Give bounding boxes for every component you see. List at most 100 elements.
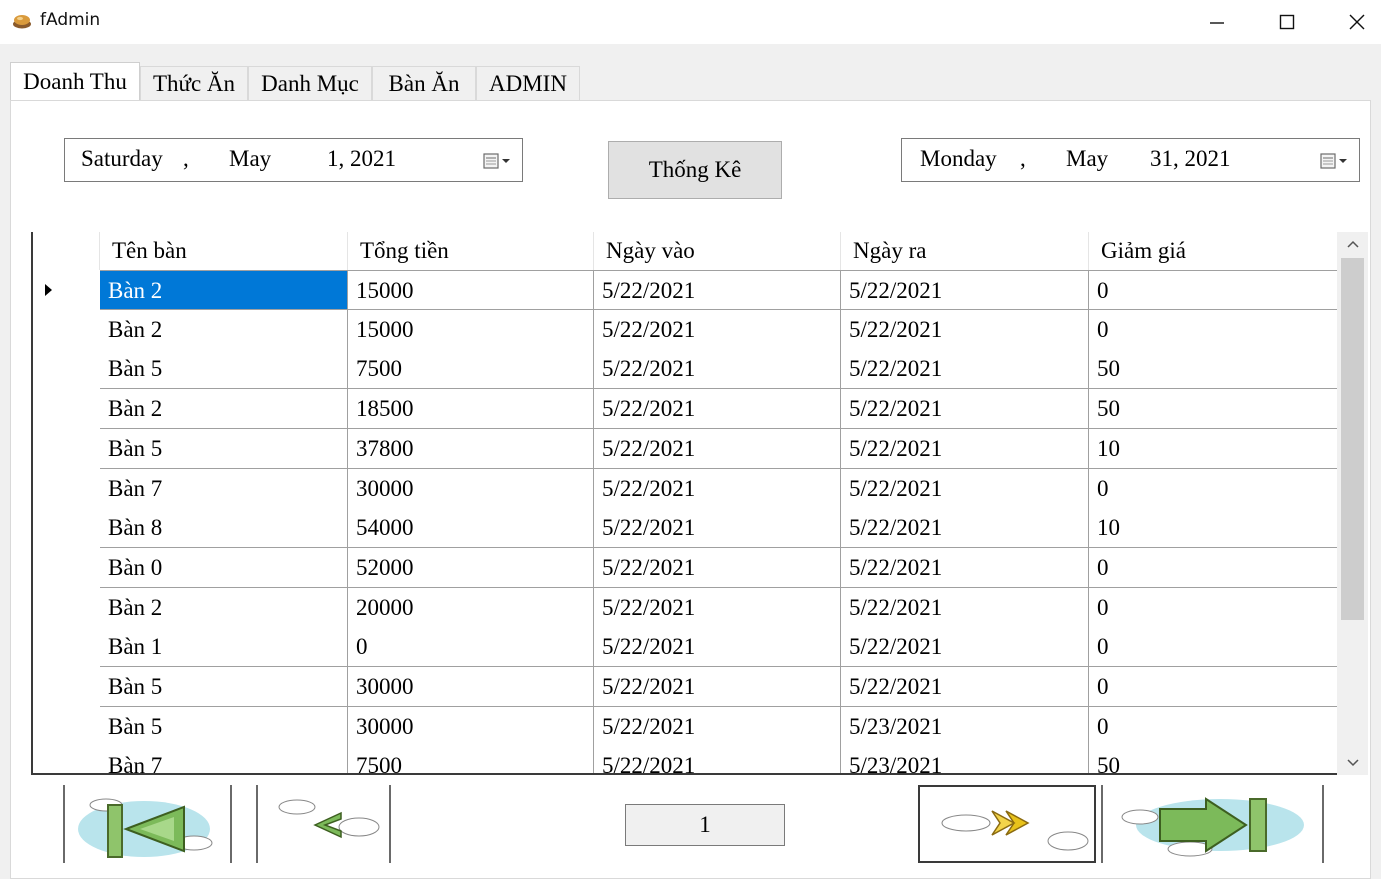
table-row[interactable]: Bàn 1 0 5/22/2021 5/22/2021 0	[33, 627, 1339, 668]
cell-ngay-ra[interactable]: 5/22/2021	[841, 428, 1089, 469]
cell-tong-tien[interactable]: 54000	[348, 508, 594, 549]
cell-giam-gia[interactable]: 0	[1089, 587, 1339, 628]
cell-ten-ban[interactable]: Bàn 8	[100, 508, 348, 549]
column-header-ngay-vao[interactable]: Ngày vào	[594, 232, 841, 270]
table-row[interactable]: Bàn 7 30000 5/22/2021 5/22/2021 0	[33, 468, 1339, 509]
cell-tong-tien[interactable]: 30000	[348, 468, 594, 509]
cell-tong-tien[interactable]: 52000	[348, 547, 594, 588]
table-row[interactable]: Bàn 0 52000 5/22/2021 5/22/2021 0	[33, 547, 1339, 588]
cell-ten-ban[interactable]: Bàn 2	[100, 587, 348, 628]
cell-giam-gia[interactable]: 50	[1089, 746, 1339, 773]
from-date-picker[interactable]: Saturday , May 1, 2021	[64, 138, 523, 182]
table-row[interactable]: Bàn 2 15000 5/22/2021 5/22/2021 0	[33, 270, 1339, 310]
cell-ngay-ra[interactable]: 5/22/2021	[841, 468, 1089, 509]
cell-ngay-vao[interactable]: 5/22/2021	[594, 270, 841, 310]
cell-ngay-ra[interactable]: 5/22/2021	[841, 270, 1089, 310]
cell-giam-gia[interactable]: 50	[1089, 389, 1339, 430]
cell-ten-ban[interactable]: Bàn 5	[100, 428, 348, 469]
close-button[interactable]	[1322, 0, 1381, 44]
cell-ten-ban[interactable]: Bàn 2	[100, 389, 348, 430]
row-header[interactable]	[33, 270, 100, 310]
cell-ten-ban[interactable]: Bàn 5	[100, 667, 348, 707]
cell-tong-tien[interactable]: 20000	[348, 587, 594, 628]
cell-ngay-ra[interactable]: 5/23/2021	[841, 746, 1089, 773]
scrollbar-thumb[interactable]	[1341, 258, 1364, 620]
row-header[interactable]	[33, 547, 100, 588]
cell-ngay-vao[interactable]: 5/22/2021	[594, 428, 841, 469]
cell-tong-tien[interactable]: 15000	[348, 270, 594, 310]
cell-ten-ban[interactable]: Bàn 2	[100, 309, 348, 350]
cell-ngay-vao[interactable]: 5/22/2021	[594, 627, 841, 668]
cell-ten-ban[interactable]: Bàn 0	[100, 547, 348, 588]
table-row[interactable]: Bàn 2 18500 5/22/2021 5/22/2021 50	[33, 389, 1339, 430]
cell-tong-tien[interactable]: 37800	[348, 428, 594, 469]
previous-page-button[interactable]	[259, 785, 389, 863]
row-header[interactable]	[33, 627, 100, 668]
row-header[interactable]	[33, 667, 100, 707]
cell-ngay-ra[interactable]: 5/22/2021	[841, 587, 1089, 628]
cell-giam-gia[interactable]: 0	[1089, 309, 1339, 350]
cell-ngay-ra[interactable]: 5/22/2021	[841, 627, 1089, 668]
tab-ban-an[interactable]: Bàn Ăn	[372, 66, 476, 102]
tab-admin[interactable]: ADMIN	[476, 66, 580, 102]
cell-ngay-vao[interactable]: 5/22/2021	[594, 508, 841, 549]
cell-tong-tien[interactable]: 7500	[348, 746, 594, 773]
cell-giam-gia[interactable]: 0	[1089, 270, 1339, 310]
first-page-button[interactable]	[66, 785, 230, 863]
cell-ten-ban[interactable]: Bàn 2	[100, 270, 348, 310]
cell-tong-tien[interactable]: 0	[348, 627, 594, 668]
cell-giam-gia[interactable]: 0	[1089, 627, 1339, 668]
column-header-giam-gia[interactable]: Giảm giá	[1089, 232, 1339, 270]
cell-giam-gia[interactable]: 0	[1089, 706, 1339, 747]
next-page-button[interactable]	[918, 785, 1096, 863]
tab-danh-muc[interactable]: Danh Mục	[248, 66, 372, 102]
tab-thuc-an[interactable]: Thức Ăn	[140, 66, 248, 102]
row-header[interactable]	[33, 309, 100, 350]
cell-ngay-vao[interactable]: 5/22/2021	[594, 706, 841, 747]
cell-ngay-ra[interactable]: 5/22/2021	[841, 309, 1089, 350]
cell-giam-gia[interactable]: 10	[1089, 428, 1339, 469]
maximize-button[interactable]	[1252, 0, 1322, 44]
calendar-dropdown-icon[interactable]	[1319, 151, 1351, 171]
cell-ngay-ra[interactable]: 5/22/2021	[841, 508, 1089, 549]
table-row[interactable]: Bàn 7 7500 5/22/2021 5/23/2021 50	[33, 746, 1339, 773]
cell-giam-gia[interactable]: 50	[1089, 349, 1339, 390]
cell-ngay-ra[interactable]: 5/23/2021	[841, 706, 1089, 747]
grid-vertical-scrollbar[interactable]	[1337, 232, 1368, 775]
table-row[interactable]: Bàn 5 30000 5/22/2021 5/23/2021 0	[33, 706, 1339, 747]
cell-tong-tien[interactable]: 15000	[348, 309, 594, 350]
column-header-tong-tien[interactable]: Tổng tiền	[348, 232, 594, 270]
cell-ngay-vao[interactable]: 5/22/2021	[594, 587, 841, 628]
row-header[interactable]	[33, 389, 100, 430]
cell-tong-tien[interactable]: 7500	[348, 349, 594, 390]
row-header[interactable]	[33, 349, 100, 390]
table-row[interactable]: Bàn 8 54000 5/22/2021 5/22/2021 10	[33, 508, 1339, 549]
table-row[interactable]: Bàn 5 30000 5/22/2021 5/22/2021 0	[33, 667, 1339, 707]
cell-tong-tien[interactable]: 18500	[348, 389, 594, 430]
cell-ngay-ra[interactable]: 5/22/2021	[841, 547, 1089, 588]
cell-ngay-ra[interactable]: 5/22/2021	[841, 349, 1089, 390]
cell-ten-ban[interactable]: Bàn 7	[100, 746, 348, 773]
cell-ten-ban[interactable]: Bàn 5	[100, 349, 348, 390]
row-header[interactable]	[33, 428, 100, 469]
row-header[interactable]	[33, 746, 100, 773]
table-row[interactable]: Bàn 2 20000 5/22/2021 5/22/2021 0	[33, 587, 1339, 628]
cell-ten-ban[interactable]: Bàn 7	[100, 468, 348, 509]
scroll-down-button[interactable]	[1337, 751, 1368, 775]
cell-ngay-vao[interactable]: 5/22/2021	[594, 309, 841, 350]
table-row[interactable]: Bàn 5 7500 5/22/2021 5/22/2021 50	[33, 349, 1339, 390]
table-row[interactable]: Bàn 5 37800 5/22/2021 5/22/2021 10	[33, 428, 1339, 469]
column-header-ngay-ra[interactable]: Ngày ra	[841, 232, 1089, 270]
row-header[interactable]	[33, 587, 100, 628]
minimize-button[interactable]	[1182, 0, 1252, 44]
cell-ngay-vao[interactable]: 5/22/2021	[594, 468, 841, 509]
cell-tong-tien[interactable]: 30000	[348, 706, 594, 747]
cell-ten-ban[interactable]: Bàn 5	[100, 706, 348, 747]
cell-giam-gia[interactable]: 10	[1089, 508, 1339, 549]
table-row[interactable]: Bàn 2 15000 5/22/2021 5/22/2021 0	[33, 309, 1339, 350]
cell-giam-gia[interactable]: 0	[1089, 468, 1339, 509]
row-header[interactable]	[33, 508, 100, 549]
cell-ngay-ra[interactable]: 5/22/2021	[841, 667, 1089, 707]
cell-ngay-vao[interactable]: 5/22/2021	[594, 349, 841, 390]
cell-tong-tien[interactable]: 30000	[348, 667, 594, 707]
